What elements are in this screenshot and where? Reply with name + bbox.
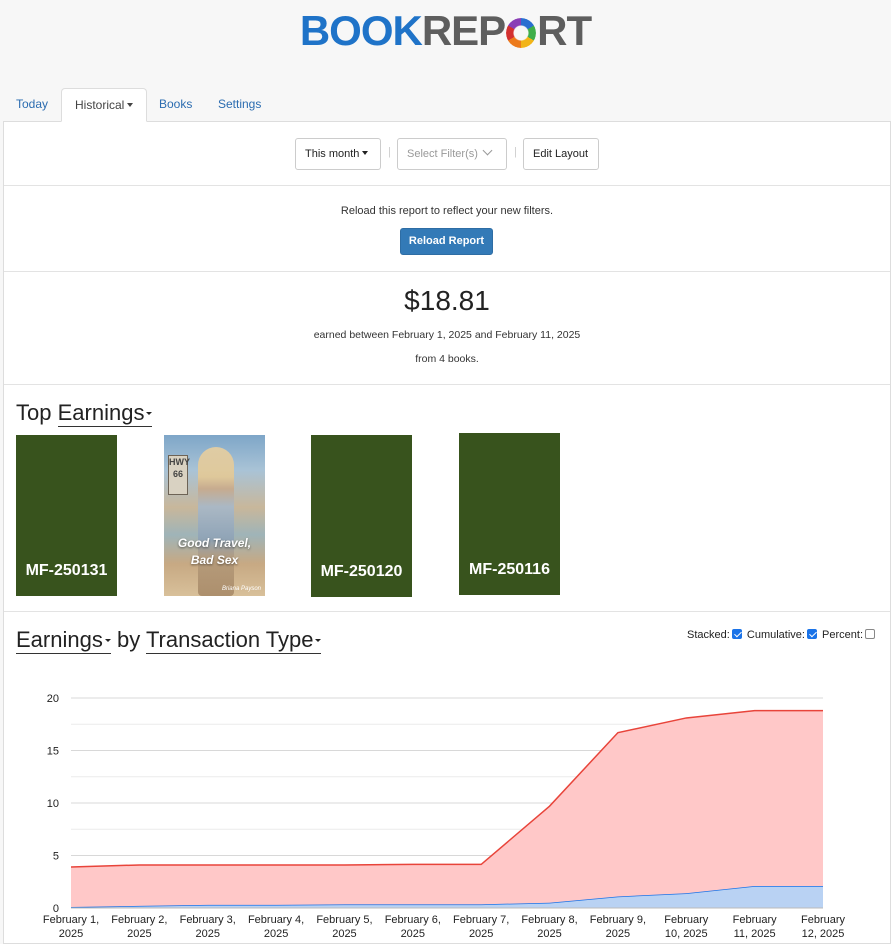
- x-tick-label: February: [664, 914, 709, 926]
- caret-down-icon: [127, 103, 134, 107]
- x-tick-label: 2025: [59, 928, 83, 940]
- x-tick-label: 2025: [264, 928, 288, 940]
- x-tick-label: February 8,: [521, 914, 577, 926]
- x-tick-label: 2025: [606, 928, 630, 940]
- x-tick-label: February 9,: [590, 914, 646, 926]
- x-tick-label: February: [733, 914, 778, 926]
- y-tick-label: 10: [47, 798, 59, 810]
- x-tick-label: February 5,: [316, 914, 372, 926]
- x-tick-label: February 6,: [385, 914, 441, 926]
- tab-historical[interactable]: Historical: [61, 88, 148, 122]
- x-tick-label: 2025: [195, 928, 219, 940]
- x-tick-label: 2025: [469, 928, 493, 940]
- x-tick-label: February 3,: [180, 914, 236, 926]
- x-tick-label: February 7,: [453, 914, 509, 926]
- x-tick-label: February: [801, 914, 846, 926]
- y-tick-label: 15: [47, 746, 59, 758]
- x-tick-label: February 4,: [248, 914, 304, 926]
- x-tick-label: 12, 2025: [802, 928, 845, 940]
- x-tick-label: February 1,: [43, 914, 99, 926]
- x-tick-label: 2025: [537, 928, 561, 940]
- series-area: [71, 710, 823, 907]
- x-tick-label: 11, 2025: [734, 928, 776, 940]
- earnings-area-chart: 05101520February 1,2025February 2,2025Fe…: [43, 693, 846, 940]
- x-tick-label: 2025: [401, 928, 425, 940]
- tab-historical-label: Historical: [75, 98, 125, 112]
- y-tick-label: 5: [53, 851, 59, 863]
- x-tick-label: February 2,: [111, 914, 167, 926]
- x-tick-label: 2025: [127, 928, 151, 940]
- y-tick-label: 20: [47, 693, 59, 705]
- x-tick-label: 2025: [332, 928, 356, 940]
- x-tick-label: 10, 2025: [665, 928, 708, 940]
